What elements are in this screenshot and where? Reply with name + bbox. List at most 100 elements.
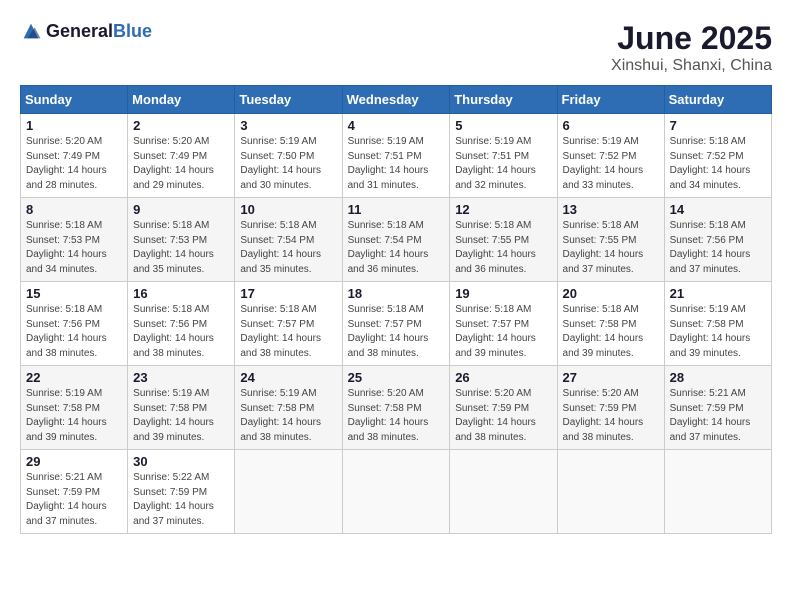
- day-number: 1: [26, 118, 122, 133]
- sunset-text: Sunset: 7:59 PM: [670, 402, 766, 417]
- calendar-cell: [450, 450, 557, 534]
- day-number: 16: [133, 286, 229, 301]
- sunset-text: Sunset: 7:59 PM: [133, 486, 229, 501]
- sunrise-text: Sunrise: 5:18 AM: [670, 135, 766, 150]
- title-area: June 2025 Xinshui, Shanxi, China: [611, 20, 772, 75]
- daylight-text: Daylight: 14 hours and 35 minutes.: [240, 248, 336, 277]
- sunset-text: Sunset: 7:55 PM: [563, 234, 659, 249]
- sunset-text: Sunset: 7:58 PM: [133, 402, 229, 417]
- day-info: Sunrise: 5:18 AM Sunset: 7:55 PM Dayligh…: [563, 219, 659, 277]
- sunset-text: Sunset: 7:51 PM: [348, 150, 445, 165]
- calendar-cell: [235, 450, 342, 534]
- day-info: Sunrise: 5:20 AM Sunset: 7:49 PM Dayligh…: [26, 135, 122, 193]
- day-number: 9: [133, 202, 229, 217]
- calendar-week-row: 22 Sunrise: 5:19 AM Sunset: 7:58 PM Dayl…: [21, 366, 772, 450]
- daylight-text: Daylight: 14 hours and 38 minutes.: [240, 416, 336, 445]
- daylight-text: Daylight: 14 hours and 31 minutes.: [348, 164, 445, 193]
- sunrise-text: Sunrise: 5:18 AM: [563, 303, 659, 318]
- calendar-cell: 22 Sunrise: 5:19 AM Sunset: 7:58 PM Dayl…: [21, 366, 128, 450]
- day-info: Sunrise: 5:18 AM Sunset: 7:53 PM Dayligh…: [133, 219, 229, 277]
- sunrise-text: Sunrise: 5:19 AM: [240, 135, 336, 150]
- daylight-text: Daylight: 14 hours and 37 minutes.: [26, 500, 122, 529]
- day-number: 4: [348, 118, 445, 133]
- sunrise-text: Sunrise: 5:18 AM: [563, 219, 659, 234]
- calendar-cell: 5 Sunrise: 5:19 AM Sunset: 7:51 PM Dayli…: [450, 114, 557, 198]
- calendar-cell: 10 Sunrise: 5:18 AM Sunset: 7:54 PM Dayl…: [235, 198, 342, 282]
- calendar-cell: 29 Sunrise: 5:21 AM Sunset: 7:59 PM Dayl…: [21, 450, 128, 534]
- weekday-header-wednesday: Wednesday: [342, 86, 450, 114]
- day-number: 12: [455, 202, 551, 217]
- calendar-cell: 26 Sunrise: 5:20 AM Sunset: 7:59 PM Dayl…: [450, 366, 557, 450]
- logo-general: General: [46, 21, 113, 41]
- calendar-title: June 2025: [611, 20, 772, 57]
- day-info: Sunrise: 5:18 AM Sunset: 7:53 PM Dayligh…: [26, 219, 122, 277]
- sunrise-text: Sunrise: 5:18 AM: [240, 219, 336, 234]
- sunset-text: Sunset: 7:54 PM: [240, 234, 336, 249]
- sunrise-text: Sunrise: 5:18 AM: [670, 219, 766, 234]
- sunrise-text: Sunrise: 5:19 AM: [670, 303, 766, 318]
- daylight-text: Daylight: 14 hours and 37 minutes.: [133, 500, 229, 529]
- sunset-text: Sunset: 7:56 PM: [133, 318, 229, 333]
- sunset-text: Sunset: 7:55 PM: [455, 234, 551, 249]
- calendar-cell: 17 Sunrise: 5:18 AM Sunset: 7:57 PM Dayl…: [235, 282, 342, 366]
- sunset-text: Sunset: 7:59 PM: [455, 402, 551, 417]
- weekday-header-monday: Monday: [128, 86, 235, 114]
- daylight-text: Daylight: 14 hours and 38 minutes.: [26, 332, 122, 361]
- day-info: Sunrise: 5:18 AM Sunset: 7:58 PM Dayligh…: [563, 303, 659, 361]
- day-number: 22: [26, 370, 122, 385]
- sunrise-text: Sunrise: 5:20 AM: [455, 387, 551, 402]
- daylight-text: Daylight: 14 hours and 37 minutes.: [670, 248, 766, 277]
- sunrise-text: Sunrise: 5:21 AM: [670, 387, 766, 402]
- daylight-text: Daylight: 14 hours and 36 minutes.: [455, 248, 551, 277]
- sunrise-text: Sunrise: 5:19 AM: [240, 387, 336, 402]
- day-info: Sunrise: 5:18 AM Sunset: 7:52 PM Dayligh…: [670, 135, 766, 193]
- day-info: Sunrise: 5:19 AM Sunset: 7:52 PM Dayligh…: [563, 135, 659, 193]
- sunrise-text: Sunrise: 5:19 AM: [455, 135, 551, 150]
- daylight-text: Daylight: 14 hours and 38 minutes.: [348, 416, 445, 445]
- day-number: 18: [348, 286, 445, 301]
- day-number: 17: [240, 286, 336, 301]
- daylight-text: Daylight: 14 hours and 35 minutes.: [133, 248, 229, 277]
- day-number: 27: [563, 370, 659, 385]
- day-number: 2: [133, 118, 229, 133]
- day-number: 3: [240, 118, 336, 133]
- day-number: 30: [133, 454, 229, 469]
- calendar-cell: 21 Sunrise: 5:19 AM Sunset: 7:58 PM Dayl…: [664, 282, 771, 366]
- sunset-text: Sunset: 7:58 PM: [26, 402, 122, 417]
- day-number: 5: [455, 118, 551, 133]
- calendar-cell: [342, 450, 450, 534]
- day-number: 23: [133, 370, 229, 385]
- sunset-text: Sunset: 7:57 PM: [240, 318, 336, 333]
- daylight-text: Daylight: 14 hours and 39 minutes.: [563, 332, 659, 361]
- sunrise-text: Sunrise: 5:22 AM: [133, 471, 229, 486]
- day-info: Sunrise: 5:19 AM Sunset: 7:58 PM Dayligh…: [670, 303, 766, 361]
- day-info: Sunrise: 5:18 AM Sunset: 7:57 PM Dayligh…: [455, 303, 551, 361]
- calendar-cell: 6 Sunrise: 5:19 AM Sunset: 7:52 PM Dayli…: [557, 114, 664, 198]
- day-info: Sunrise: 5:20 AM Sunset: 7:59 PM Dayligh…: [563, 387, 659, 445]
- logo: GeneralBlue: [20, 20, 152, 42]
- sunset-text: Sunset: 7:58 PM: [563, 318, 659, 333]
- sunset-text: Sunset: 7:53 PM: [26, 234, 122, 249]
- calendar-cell: 24 Sunrise: 5:19 AM Sunset: 7:58 PM Dayl…: [235, 366, 342, 450]
- day-info: Sunrise: 5:18 AM Sunset: 7:56 PM Dayligh…: [133, 303, 229, 361]
- sunrise-text: Sunrise: 5:18 AM: [348, 219, 445, 234]
- day-number: 20: [563, 286, 659, 301]
- calendar-cell: 16 Sunrise: 5:18 AM Sunset: 7:56 PM Dayl…: [128, 282, 235, 366]
- calendar-week-row: 15 Sunrise: 5:18 AM Sunset: 7:56 PM Dayl…: [21, 282, 772, 366]
- daylight-text: Daylight: 14 hours and 37 minutes.: [670, 416, 766, 445]
- calendar-cell: 1 Sunrise: 5:20 AM Sunset: 7:49 PM Dayli…: [21, 114, 128, 198]
- sunrise-text: Sunrise: 5:21 AM: [26, 471, 122, 486]
- day-info: Sunrise: 5:21 AM Sunset: 7:59 PM Dayligh…: [670, 387, 766, 445]
- calendar-cell: 7 Sunrise: 5:18 AM Sunset: 7:52 PM Dayli…: [664, 114, 771, 198]
- day-number: 7: [670, 118, 766, 133]
- daylight-text: Daylight: 14 hours and 39 minutes.: [455, 332, 551, 361]
- calendar-cell: 3 Sunrise: 5:19 AM Sunset: 7:50 PM Dayli…: [235, 114, 342, 198]
- calendar-cell: 4 Sunrise: 5:19 AM Sunset: 7:51 PM Dayli…: [342, 114, 450, 198]
- sunrise-text: Sunrise: 5:18 AM: [348, 303, 445, 318]
- sunset-text: Sunset: 7:57 PM: [348, 318, 445, 333]
- weekday-header-friday: Friday: [557, 86, 664, 114]
- daylight-text: Daylight: 14 hours and 38 minutes.: [563, 416, 659, 445]
- day-number: 15: [26, 286, 122, 301]
- calendar-cell: 30 Sunrise: 5:22 AM Sunset: 7:59 PM Dayl…: [128, 450, 235, 534]
- calendar-week-row: 8 Sunrise: 5:18 AM Sunset: 7:53 PM Dayli…: [21, 198, 772, 282]
